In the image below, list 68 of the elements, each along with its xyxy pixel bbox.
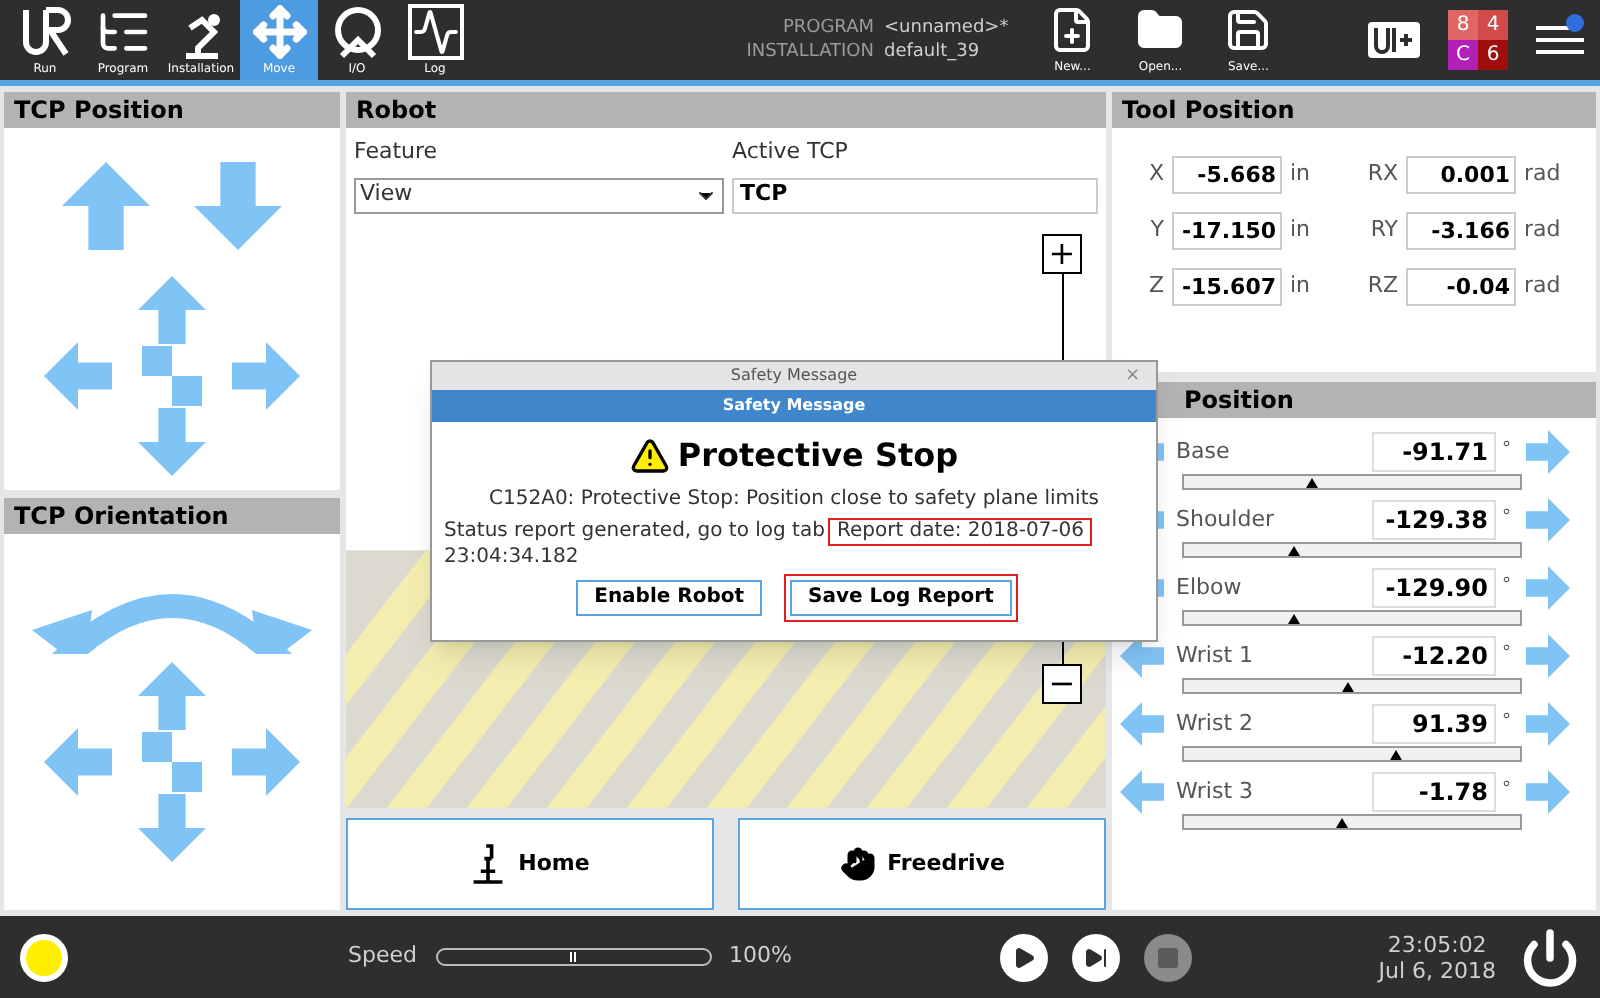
degree-label: ° xyxy=(1500,574,1513,601)
joint-name: Base xyxy=(1174,435,1232,468)
report-date: Report date: 2018-07-06 xyxy=(828,518,1093,546)
value-field[interactable]: -15.607 xyxy=(1172,268,1282,306)
report-time: 23:04:34.182 xyxy=(444,546,579,568)
degree-label: ° xyxy=(1500,642,1513,669)
value-field[interactable]: -17.150 xyxy=(1172,212,1282,250)
degree-label: ° xyxy=(1500,438,1513,465)
joint-value-field[interactable]: 91.39 xyxy=(1372,704,1496,744)
unit-label: in xyxy=(1290,270,1311,303)
active-tcp-field[interactable]: TCP xyxy=(732,177,1098,213)
value-field[interactable]: -5.668 xyxy=(1172,156,1282,194)
clock-time: 23:05:02 xyxy=(1387,931,1487,957)
panel-header: Robot xyxy=(346,92,1106,128)
feature-label: Feature xyxy=(354,136,440,168)
dialog-header: Safety Message xyxy=(432,390,1156,422)
axis-label: RZ xyxy=(1365,270,1398,303)
value-field[interactable]: -0.04 xyxy=(1406,268,1516,306)
unit-label: rad xyxy=(1524,158,1561,191)
program-name: <unnamed>* xyxy=(884,16,1009,40)
dialog-button[interactable]: Save Log Report xyxy=(784,574,1018,622)
active-tcp-label: Active TCP xyxy=(732,136,850,168)
joint-name: Wrist 3 xyxy=(1174,775,1255,808)
axis-label: RX xyxy=(1365,158,1398,191)
dialog-title: Safety Message xyxy=(730,364,858,388)
unit-label: rad xyxy=(1524,214,1561,247)
counter-badge: 8 xyxy=(1448,10,1478,40)
robot-action-button[interactable]: Home xyxy=(346,818,714,910)
joint-value-field[interactable]: -129.38 xyxy=(1372,500,1496,540)
degree-label: ° xyxy=(1500,506,1513,533)
joint-value-field[interactable]: -12.20 xyxy=(1372,636,1496,676)
degree-label: ° xyxy=(1500,710,1513,737)
axis-label: Y xyxy=(1148,214,1164,247)
joint-value-field[interactable]: -129.90 xyxy=(1372,568,1496,608)
dialog-message: C152A0: Protective Stop: Position close to safety plane limits xyxy=(487,486,1101,514)
value-field[interactable]: -3.166 xyxy=(1406,212,1516,250)
panel-header: TCP Position xyxy=(4,92,340,128)
counter-badge: 4 xyxy=(1478,10,1508,40)
zoom-in-button[interactable]: + xyxy=(1042,233,1082,273)
speed-reading: 100% xyxy=(728,940,792,973)
joint-name: Wrist 2 xyxy=(1174,707,1255,740)
joint-name: Shoulder xyxy=(1174,503,1276,536)
unit-label: in xyxy=(1290,158,1311,191)
panel-header: TCP Orientation xyxy=(4,498,340,534)
status-text: Status report generated, go to log tab xyxy=(444,520,825,544)
dialog-heading: Protective Stop xyxy=(677,434,959,478)
axis-label: RY xyxy=(1368,214,1398,247)
installation-label: INSTALLATION xyxy=(744,40,874,64)
zoom-out-button[interactable]: − xyxy=(1042,664,1082,704)
joint-name: Elbow xyxy=(1174,571,1244,604)
speed-label: Speed xyxy=(348,940,417,973)
joint-value-field[interactable]: -1.78 xyxy=(1372,772,1496,812)
degree-label: ° xyxy=(1500,778,1513,805)
panel-header: Tool Position xyxy=(1112,92,1596,128)
value-field[interactable]: 0.001 xyxy=(1406,156,1516,194)
joint-value-field[interactable]: -91.71 xyxy=(1372,432,1496,472)
axis-label: Z xyxy=(1146,270,1164,303)
robot-action-button[interactable]: Freedrive xyxy=(738,818,1106,910)
feature-dropdown[interactable]: View xyxy=(354,177,724,213)
joint-name: Wrist 1 xyxy=(1174,639,1255,672)
axis-label: X xyxy=(1146,158,1164,191)
installation-name: default_39 xyxy=(884,40,980,64)
counter-badge: C xyxy=(1448,40,1478,70)
counter-badge: 6 xyxy=(1478,40,1508,70)
unit-label: rad xyxy=(1524,270,1561,303)
clock-date: Jul 6, 2018 xyxy=(1378,957,1496,983)
unit-label: in xyxy=(1290,214,1311,247)
program-label: PROGRAM xyxy=(780,16,874,40)
